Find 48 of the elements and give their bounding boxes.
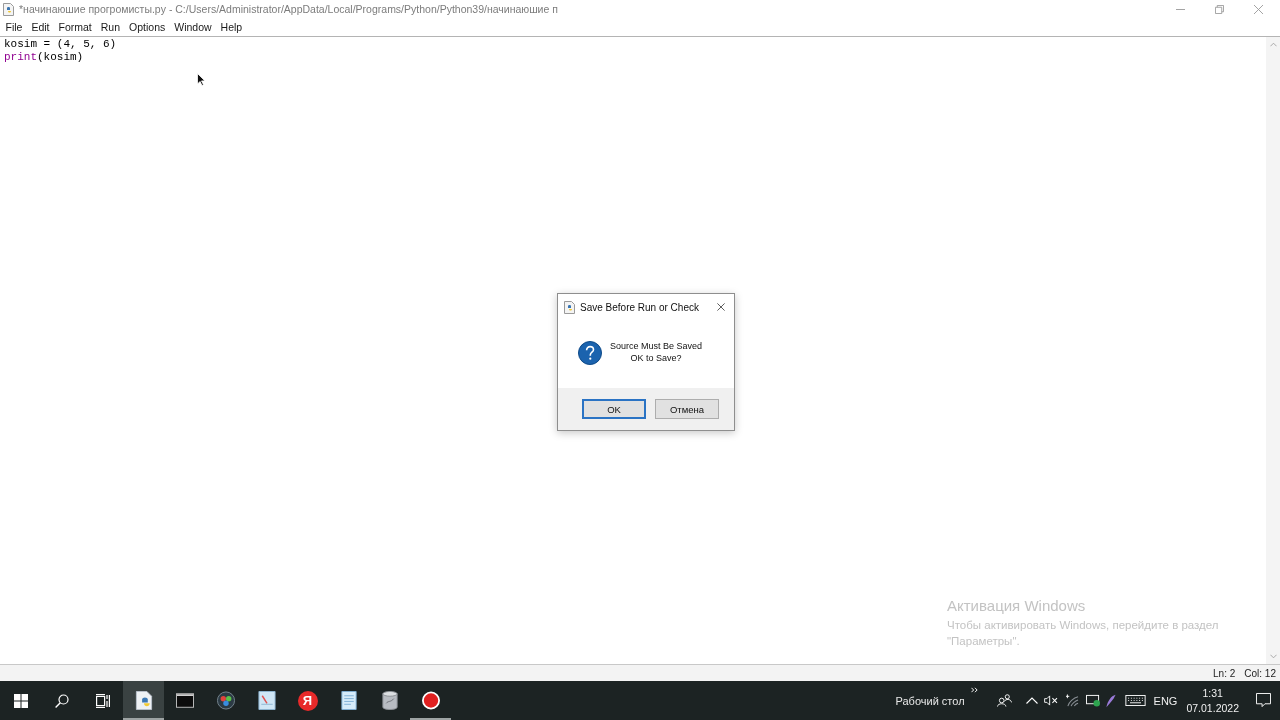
notification-icon[interactable] bbox=[1256, 693, 1271, 708]
speaker-muted-icon[interactable] bbox=[1043, 695, 1059, 706]
double-chevron-icon[interactable] bbox=[970, 687, 978, 693]
taskbar-app-button[interactable] bbox=[123, 681, 164, 720]
dialog-message: OK to Save? bbox=[630, 352, 682, 364]
script-file-icon bbox=[134, 691, 153, 710]
task-view-icon[interactable] bbox=[95, 693, 110, 708]
three-dots-circle-icon[interactable] bbox=[216, 691, 235, 710]
search-icon[interactable] bbox=[54, 693, 69, 708]
chevron-up-icon[interactable] bbox=[1025, 697, 1038, 704]
dialog-button[interactable]: Отмена bbox=[655, 399, 719, 419]
window-title: *начинаюшие прогромисты.py - C:/Users/Administrator/AppData/Local/Programs/Python/Python39/начинаюшие п bbox=[19, 3, 558, 15]
menu-item[interactable]: Edit bbox=[26, 21, 54, 33]
notepad-icon[interactable] bbox=[339, 691, 358, 710]
clock-date[interactable]: 07.01.2022 bbox=[1186, 700, 1239, 716]
status-text: Ln: 2 bbox=[1213, 667, 1236, 679]
picture-file-icon[interactable] bbox=[257, 691, 276, 710]
dialog-message: Source Must Be Saved bbox=[610, 340, 703, 352]
menu-item[interactable]: File bbox=[1, 21, 27, 33]
code-line: print(kosim) bbox=[4, 51, 84, 64]
start-menu-icon[interactable] bbox=[13, 693, 28, 708]
dialog-button[interactable]: OK bbox=[582, 399, 646, 419]
status-text: Col: 12 bbox=[1244, 667, 1276, 679]
activation-title: Активация Windows bbox=[947, 597, 1086, 615]
monitor-badge-icon[interactable] bbox=[1085, 694, 1101, 707]
people-icon[interactable] bbox=[996, 694, 1012, 707]
record-icon bbox=[421, 691, 440, 710]
clock-time[interactable]: 1:31 bbox=[1202, 685, 1223, 701]
dialog-title: Save Before Run or Check bbox=[580, 301, 699, 313]
menu-item[interactable]: Help bbox=[216, 21, 247, 33]
wifi-icon[interactable] bbox=[1065, 694, 1079, 707]
menu-item[interactable]: Window bbox=[169, 21, 217, 33]
terminal-icon[interactable] bbox=[175, 691, 194, 710]
keyboard-icon[interactable] bbox=[1124, 695, 1146, 706]
question-icon bbox=[578, 341, 602, 365]
feather-pen-icon[interactable] bbox=[1105, 693, 1116, 708]
database-icon[interactable] bbox=[380, 691, 399, 710]
script-file-icon bbox=[564, 300, 575, 314]
code-line: kosim = (4, 5, 6) bbox=[4, 38, 117, 51]
mouse-pointer-icon bbox=[197, 73, 205, 86]
browser-letter-icon[interactable]: Я bbox=[297, 690, 318, 711]
menu-item[interactable]: Options bbox=[124, 21, 170, 33]
menu-item[interactable]: Format bbox=[54, 21, 97, 33]
activation-message: Чтобы активировать Windows, перейдите в раздел "Параметры". bbox=[947, 618, 1220, 649]
toolbar-label[interactable]: Рабочий стол bbox=[895, 694, 965, 707]
language-indicator[interactable]: ENG bbox=[1153, 694, 1178, 707]
close-icon[interactable] bbox=[717, 303, 725, 311]
menu-item[interactable]: Run bbox=[96, 21, 125, 33]
